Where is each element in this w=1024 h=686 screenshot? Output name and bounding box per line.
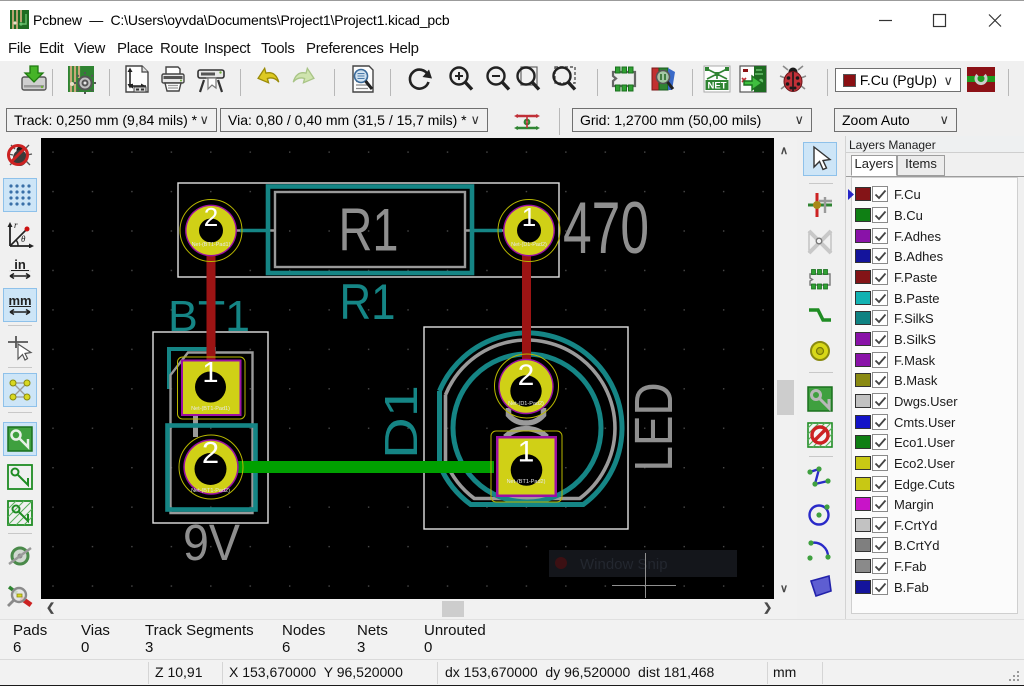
svg-text:9V: 9V [183, 514, 240, 571]
svg-text:R1: R1 [340, 274, 396, 330]
svg-text:2: 2 [518, 359, 535, 392]
svg-text:Net-(BT1-Pad1): Net-(BT1-Pad1) [192, 242, 231, 248]
svg-text:Window Snip: Window Snip [580, 556, 668, 573]
svg-text:LED: LED [624, 383, 684, 472]
svg-text:NET: NET [708, 81, 727, 92]
svg-text:Net-(D1-Pad2): Net-(D1-Pad2) [508, 401, 544, 407]
svg-text:r: r [14, 220, 18, 230]
svg-text:Net-(BT1-Pad2): Net-(BT1-Pad2) [507, 479, 546, 485]
svg-text:1: 1 [522, 202, 536, 232]
svg-text:D1: D1 [375, 385, 427, 459]
svg-text:470: 470 [563, 188, 649, 269]
svg-text:Net-(D1-Pad2): Net-(D1-Pad2) [511, 242, 547, 248]
svg-text:2: 2 [202, 435, 219, 470]
svg-text:θ: θ [21, 234, 26, 244]
svg-text:Net-(BT1-Pad1): Net-(BT1-Pad1) [191, 406, 230, 412]
svg-text:in: in [14, 257, 26, 272]
svg-text:mm: mm [8, 293, 31, 308]
svg-text:1: 1 [518, 436, 535, 469]
svg-text:1: 1 [202, 357, 218, 389]
svg-text:R1: R1 [339, 197, 399, 264]
svg-text:2: 2 [204, 202, 218, 232]
svg-text:Net-(BT1-Pad2): Net-(BT1-Pad2) [191, 488, 230, 494]
